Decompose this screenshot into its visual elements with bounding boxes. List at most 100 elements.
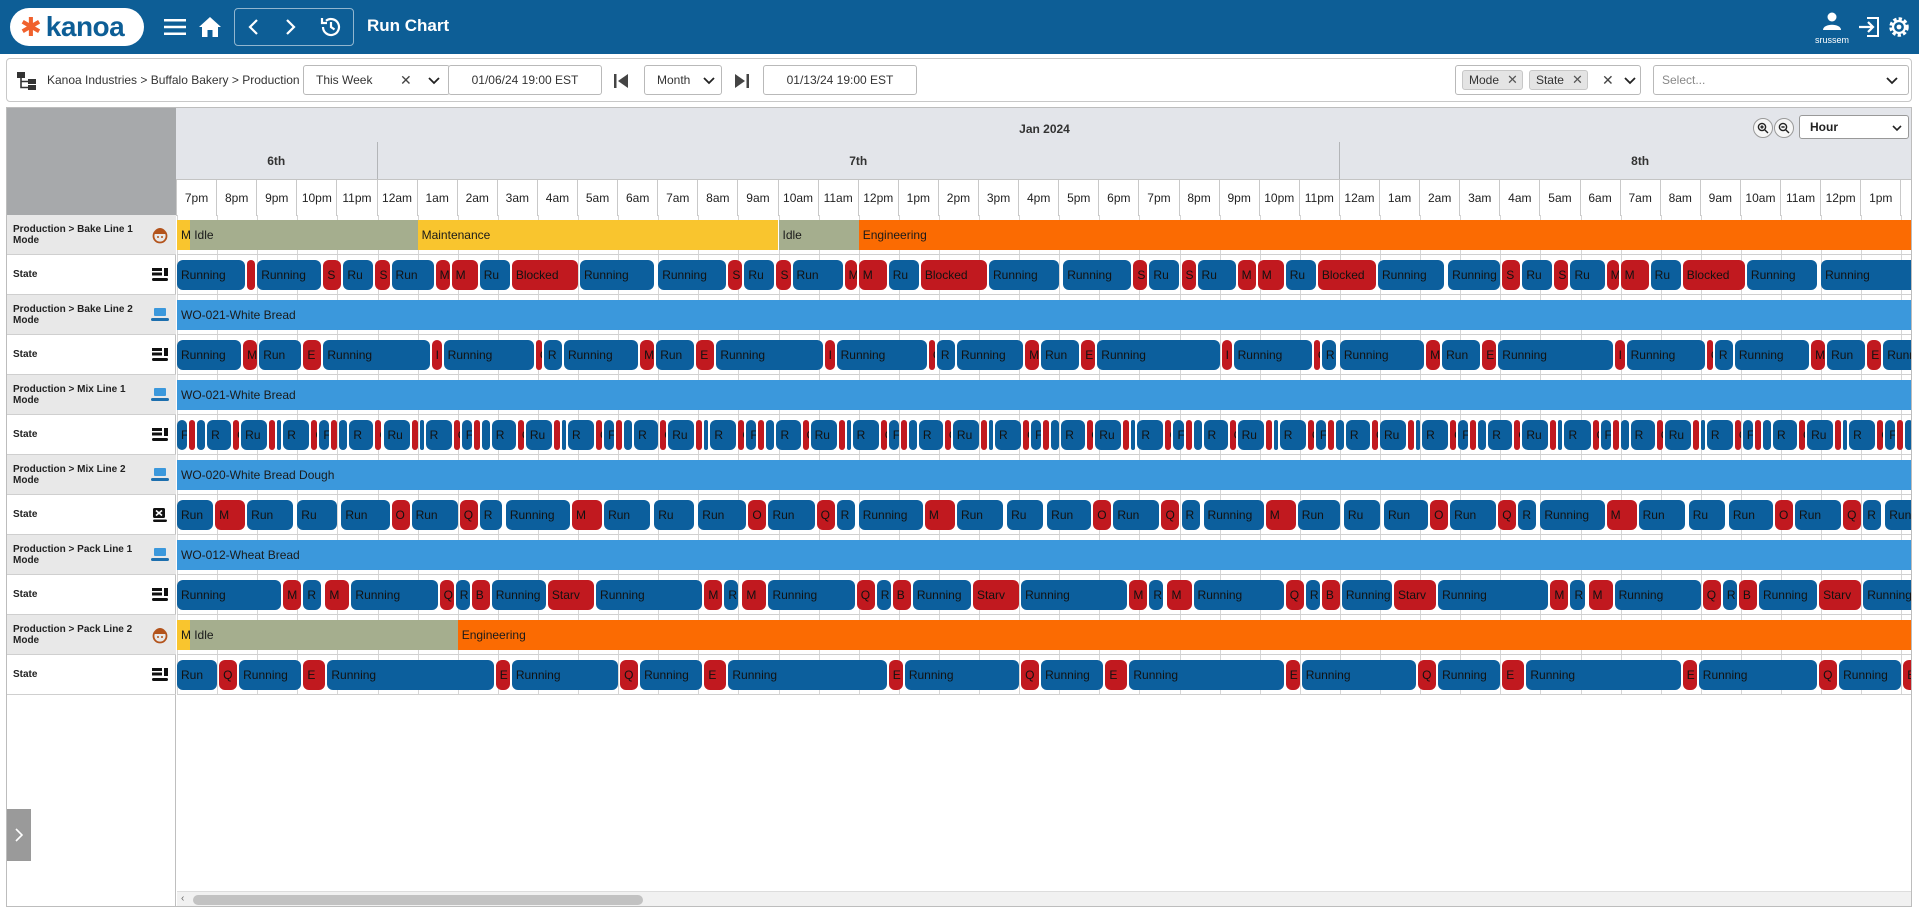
state-segment-running[interactable]: F xyxy=(319,420,330,450)
state-segment-stop[interactable]: Q xyxy=(439,580,454,610)
state-row-label[interactable]: State xyxy=(7,335,176,375)
state-segment-running[interactable]: R xyxy=(1149,580,1164,610)
state-segment-stop[interactable]: E xyxy=(1081,340,1096,370)
clear-x-icon[interactable]: ✕ xyxy=(1602,72,1614,89)
state-segment-stop[interactable] xyxy=(1185,420,1192,450)
state-segment-stop[interactable]: E xyxy=(1482,340,1497,370)
state-segment-running[interactable]: Ru xyxy=(343,260,374,290)
state-segment-stop[interactable]: C xyxy=(1877,420,1884,450)
state-segment-running[interactable]: Run xyxy=(1638,500,1685,530)
hamburger-menu-icon[interactable] xyxy=(160,12,190,42)
state-segment-running[interactable]: R xyxy=(283,420,310,450)
state-segment-stop[interactable]: M xyxy=(1237,260,1256,290)
state-segment-running[interactable] xyxy=(1193,420,1202,450)
state-segment-running[interactable]: Run xyxy=(1047,500,1092,530)
state-segment-stop[interactable] xyxy=(269,420,276,450)
scrollbar-thumb[interactable] xyxy=(193,895,643,905)
state-segment-running[interactable]: R xyxy=(1570,580,1585,610)
state-segment-running[interactable]: Running xyxy=(511,660,619,690)
state-segment-stop[interactable]: Q xyxy=(1702,580,1721,610)
state-segment-stop[interactable] xyxy=(331,420,338,450)
state-segment-stop[interactable] xyxy=(1123,420,1130,450)
state-segment-stop[interactable]: M xyxy=(1265,500,1296,530)
state-segment-stop[interactable] xyxy=(900,420,907,450)
state-segment-stop[interactable]: I xyxy=(1614,340,1625,370)
state-segment-running[interactable]: Running xyxy=(1540,500,1605,530)
state-segment-stop[interactable]: E xyxy=(888,660,903,690)
state-segment-running[interactable]: Ru xyxy=(525,420,552,450)
state-segment-running[interactable] xyxy=(1478,420,1487,450)
state-segment-stop[interactable] xyxy=(1327,420,1334,450)
state-segment-running[interactable]: R xyxy=(1422,420,1449,450)
state-segment-running[interactable]: Running xyxy=(836,340,927,370)
state-segment-running[interactable]: Running xyxy=(1734,340,1810,370)
state-segment-stop[interactable]: C xyxy=(1313,340,1320,370)
state-segment-stop[interactable]: C xyxy=(1229,420,1236,450)
state-segment-stop[interactable]: S xyxy=(776,260,791,290)
period-select[interactable]: Month xyxy=(644,65,722,95)
state-segment-stop[interactable] xyxy=(1754,420,1761,450)
state-segment-stop[interactable]: Q xyxy=(816,500,835,530)
state-segment-stop[interactable]: C xyxy=(880,420,887,450)
state-segment-running[interactable]: Running xyxy=(177,340,242,370)
state-segment-running[interactable]: Ru xyxy=(744,260,775,290)
state-segment-running[interactable]: Ru xyxy=(1237,420,1264,450)
state-segment-running[interactable]: Running xyxy=(658,260,727,290)
state-segment-running[interactable]: Ru xyxy=(1007,500,1044,530)
state-segment-running[interactable]: Running xyxy=(1698,660,1818,690)
state-segment-running[interactable]: R xyxy=(425,420,452,450)
state-segment-running[interactable]: F xyxy=(746,420,757,450)
forward-chevron-icon[interactable] xyxy=(276,12,306,42)
state-segment-stop[interactable]: S xyxy=(323,260,342,290)
state-segment-running[interactable]: R xyxy=(543,340,562,370)
state-segment-stop[interactable]: C xyxy=(596,420,603,450)
state-segment-stop[interactable] xyxy=(189,420,196,450)
state-segment-stop[interactable]: C xyxy=(233,420,240,450)
state-segment-stop[interactable]: M xyxy=(844,260,857,290)
state-segment-stop[interactable]: M xyxy=(1550,580,1569,610)
state-segment-stop[interactable]: C xyxy=(517,420,524,450)
state-segment-stop[interactable]: M xyxy=(1606,260,1619,290)
state-segment-running[interactable]: R xyxy=(567,420,595,450)
state-segment-stop[interactable] xyxy=(411,420,418,450)
state-segment-running[interactable]: Ru xyxy=(1380,420,1407,450)
state-segment-running[interactable] xyxy=(704,420,709,450)
state-segment-running[interactable]: Run xyxy=(1297,500,1340,530)
state-segment-stop[interactable]: M xyxy=(571,500,603,530)
state-segment-running[interactable]: Running xyxy=(491,580,546,610)
state-segment-stop[interactable]: M xyxy=(924,500,955,530)
state-segment-running[interactable]: Run xyxy=(1442,340,1481,370)
state-segment-stop[interactable]: M xyxy=(283,580,302,610)
state-segment-running[interactable]: Running xyxy=(956,340,1024,370)
state-segment-stop[interactable]: S xyxy=(1133,260,1148,290)
state-segment-running[interactable]: Running xyxy=(1821,260,1911,290)
state-segment-stop[interactable]: M xyxy=(451,260,478,290)
state-segment-running[interactable] xyxy=(766,420,775,450)
state-segment-running[interactable] xyxy=(1700,420,1705,450)
state-segment-stop[interactable]: Q xyxy=(1021,660,1040,690)
state-segment-running[interactable]: Ru xyxy=(241,420,268,450)
state-segment-running[interactable]: Run xyxy=(1450,500,1497,530)
state-segment-running[interactable]: Running xyxy=(257,260,322,290)
hierarchy-tree-icon[interactable] xyxy=(16,71,38,96)
series-filter-select[interactable]: Mode ✕ State ✕ ✕ xyxy=(1455,65,1641,95)
state-segment-running[interactable] xyxy=(908,420,917,450)
state-segment-running[interactable]: R xyxy=(836,500,855,530)
state-segment-running[interactable]: Ru xyxy=(1149,260,1180,290)
state-segment-stop[interactable]: Q xyxy=(1161,500,1180,530)
state-segment-stop[interactable]: Q xyxy=(1418,660,1437,690)
state-segment-stop[interactable] xyxy=(1612,420,1619,450)
state-segment-stop[interactable]: Q xyxy=(1285,580,1304,610)
state-segment-running[interactable]: Run xyxy=(411,500,458,530)
state-segment-stop[interactable]: E xyxy=(1867,340,1882,370)
state-segment-stop[interactable]: C xyxy=(660,420,667,450)
state-segment-stop[interactable]: Blocked xyxy=(1317,260,1376,290)
state-segment-running[interactable]: R xyxy=(1630,420,1655,450)
state-segment-stop[interactable]: Starv xyxy=(1819,580,1862,610)
state-segment-running[interactable] xyxy=(989,420,994,450)
state-segment-running[interactable]: F xyxy=(1031,420,1042,450)
state-segment-running[interactable]: Running xyxy=(716,340,823,370)
state-segment-stop[interactable]: B xyxy=(471,580,490,610)
state-segment-running[interactable]: Running xyxy=(1203,500,1264,530)
state-segment-running[interactable]: Run xyxy=(956,500,1004,530)
